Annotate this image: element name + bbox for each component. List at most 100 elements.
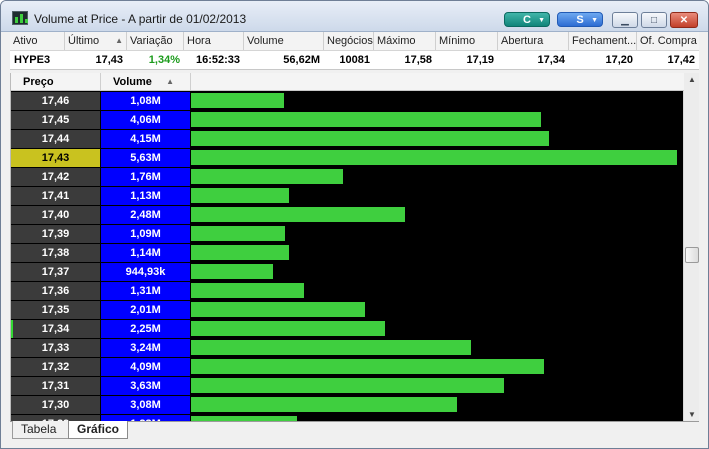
volume-cell: 944,93k [101, 263, 190, 281]
scroll-down-icon[interactable]: ▼ [684, 410, 700, 419]
col-header-negocios[interactable]: Negócios [324, 32, 374, 50]
volume-cell: 1,08M [101, 92, 190, 110]
col-header-preco[interactable]: Preço [11, 73, 101, 90]
price-cell: 17,39 [11, 225, 100, 243]
volume-cell: 1,76M [101, 168, 190, 186]
grid-header: Preço Volume ▲ [11, 73, 684, 91]
tab-tabela[interactable]: Tabela [12, 421, 70, 439]
price-cell: 17,30 [11, 396, 100, 414]
col-header-abertura[interactable]: Abertura [498, 32, 569, 50]
table-row[interactable]: 17,37 944,93k [11, 263, 684, 282]
price-cell: 17,36 [11, 282, 100, 300]
price-cell: 17,31 [11, 377, 100, 395]
volume-bar [191, 131, 549, 146]
sort-up-icon: ▲ [115, 36, 123, 45]
volume-bar [191, 397, 457, 412]
table-row[interactable]: 17,30 3,08M [11, 396, 684, 415]
volume-at-price-window: Volume at Price - A partir de 01/02/2013… [0, 0, 709, 449]
volume-cell: 2,25M [101, 320, 190, 338]
table-row[interactable]: 17,36 1,31M [11, 282, 684, 301]
col-header-variacao[interactable]: Variação [127, 32, 184, 50]
title-bar[interactable]: Volume at Price - A partir de 01/02/2013… [1, 1, 708, 32]
table-row[interactable]: 17,33 3,24M [11, 339, 684, 358]
cell-volume: 56,62M [283, 54, 320, 66]
price-cell: 17,46 [11, 92, 100, 110]
volume-bar [191, 283, 304, 298]
minimize-icon: ▁ [621, 15, 629, 26]
table-row[interactable]: 17,43 5,63M [11, 149, 684, 168]
volume-cell: 4,06M [101, 111, 190, 129]
volume-cell: 1,13M [101, 187, 190, 205]
close-button[interactable]: ✕ [670, 12, 698, 28]
table-row[interactable]: 17,32 4,09M [11, 358, 684, 377]
sort-up-icon: ▲ [166, 77, 174, 86]
table-row[interactable]: 17,41 1,13M [11, 187, 684, 206]
scroll-up-icon[interactable]: ▲ [684, 75, 700, 84]
col-header-ativo[interactable]: Ativo [10, 32, 65, 50]
cell-variacao: 1,34% [148, 54, 180, 66]
table-row[interactable]: 17,39 1,09M [11, 225, 684, 244]
scroll-thumb[interactable] [685, 247, 699, 263]
s-menu-button[interactable]: S ▼ [557, 12, 603, 27]
app-chart-icon [12, 11, 28, 25]
table-row[interactable]: 17,40 2,48M [11, 206, 684, 225]
volume-bar [191, 378, 504, 393]
price-cell: 17,32 [11, 358, 100, 376]
cell-ativo: HYPE3 [14, 54, 51, 66]
volume-bar [191, 340, 471, 355]
maximize-icon: □ [650, 15, 658, 26]
volume-cell: 3,63M [101, 377, 190, 395]
volume-cell: 1,14M [101, 244, 190, 262]
cell-minimo: 17,19 [466, 54, 494, 66]
volume-at-price-grid[interactable]: Preço Volume ▲ 17,46 1,08M 17,45 4,06M 17,44 4… [10, 73, 699, 421]
volume-bar [191, 169, 343, 184]
price-cell: 17,37 [11, 263, 100, 281]
chevron-down-icon: ▼ [538, 17, 545, 24]
table-row[interactable]: 17,46 1,08M [11, 92, 684, 111]
c-label: C [523, 14, 531, 26]
table-row[interactable]: 17,44 4,15M [11, 130, 684, 149]
volume-bar [191, 359, 544, 374]
maximize-button[interactable]: □ [641, 12, 667, 28]
table-row[interactable]: 17,42 1,76M [11, 168, 684, 187]
cell-abertura: 17,34 [537, 54, 565, 66]
price-cell: 17,41 [11, 187, 100, 205]
col-header-volume[interactable]: Volume [244, 32, 324, 50]
volume-bar [191, 321, 385, 336]
col-header-maximo[interactable]: Máximo [374, 32, 436, 50]
quote-data-row[interactable]: HYPE3 17,43 1,34% 16:52:33 56,62M 10081 … [10, 51, 699, 70]
col-header-of-compra[interactable]: Of. Compra [637, 32, 699, 50]
cell-hora: 16:52:33 [195, 54, 240, 66]
col-header-fechamento[interactable]: Fechament... [569, 32, 637, 50]
grid-rows: 17,46 1,08M 17,45 4,06M 17,44 4,15M 17,43 5,63M… [11, 92, 684, 421]
volume-cell: 1,09M [101, 225, 190, 243]
price-cell: 17,45 [11, 111, 100, 129]
table-row[interactable]: 17,31 3,63M [11, 377, 684, 396]
table-row[interactable]: 17,45 4,06M [11, 111, 684, 130]
cell-of-compra: 17,42 [667, 54, 695, 66]
c-menu-button[interactable]: C ▼ [504, 12, 550, 27]
price-cell: 17,44 [11, 130, 100, 148]
volume-bar [191, 93, 284, 108]
view-tabs: Tabela Gráfico [10, 421, 699, 441]
price-cell: 17,42 [11, 168, 100, 186]
volume-bar [191, 207, 405, 222]
volume-cell: 1,31M [101, 282, 190, 300]
col-header-bars [191, 73, 684, 90]
table-row[interactable]: 17,35 2,01M [11, 301, 684, 320]
col-header-minimo[interactable]: Mínimo [436, 32, 498, 50]
last-trade-marker [11, 320, 13, 338]
tab-grafico[interactable]: Gráfico [68, 421, 128, 439]
col-header-volume-grid[interactable]: Volume ▲ [101, 73, 191, 90]
table-row[interactable]: 17,34 2,25M [11, 320, 684, 339]
col-header-ultimo[interactable]: Último ▲ [65, 32, 127, 50]
volume-bar [191, 112, 541, 127]
cell-ultimo: 17,43 [95, 54, 123, 66]
volume-cell: 3,08M [101, 396, 190, 414]
volume-bar [191, 302, 365, 317]
col-header-hora[interactable]: Hora [184, 32, 244, 50]
vertical-scrollbar[interactable]: ▲ ▼ [683, 73, 699, 421]
chevron-down-icon: ▼ [591, 17, 598, 24]
minimize-button[interactable]: ▁ [612, 12, 638, 28]
table-row[interactable]: 17,38 1,14M [11, 244, 684, 263]
